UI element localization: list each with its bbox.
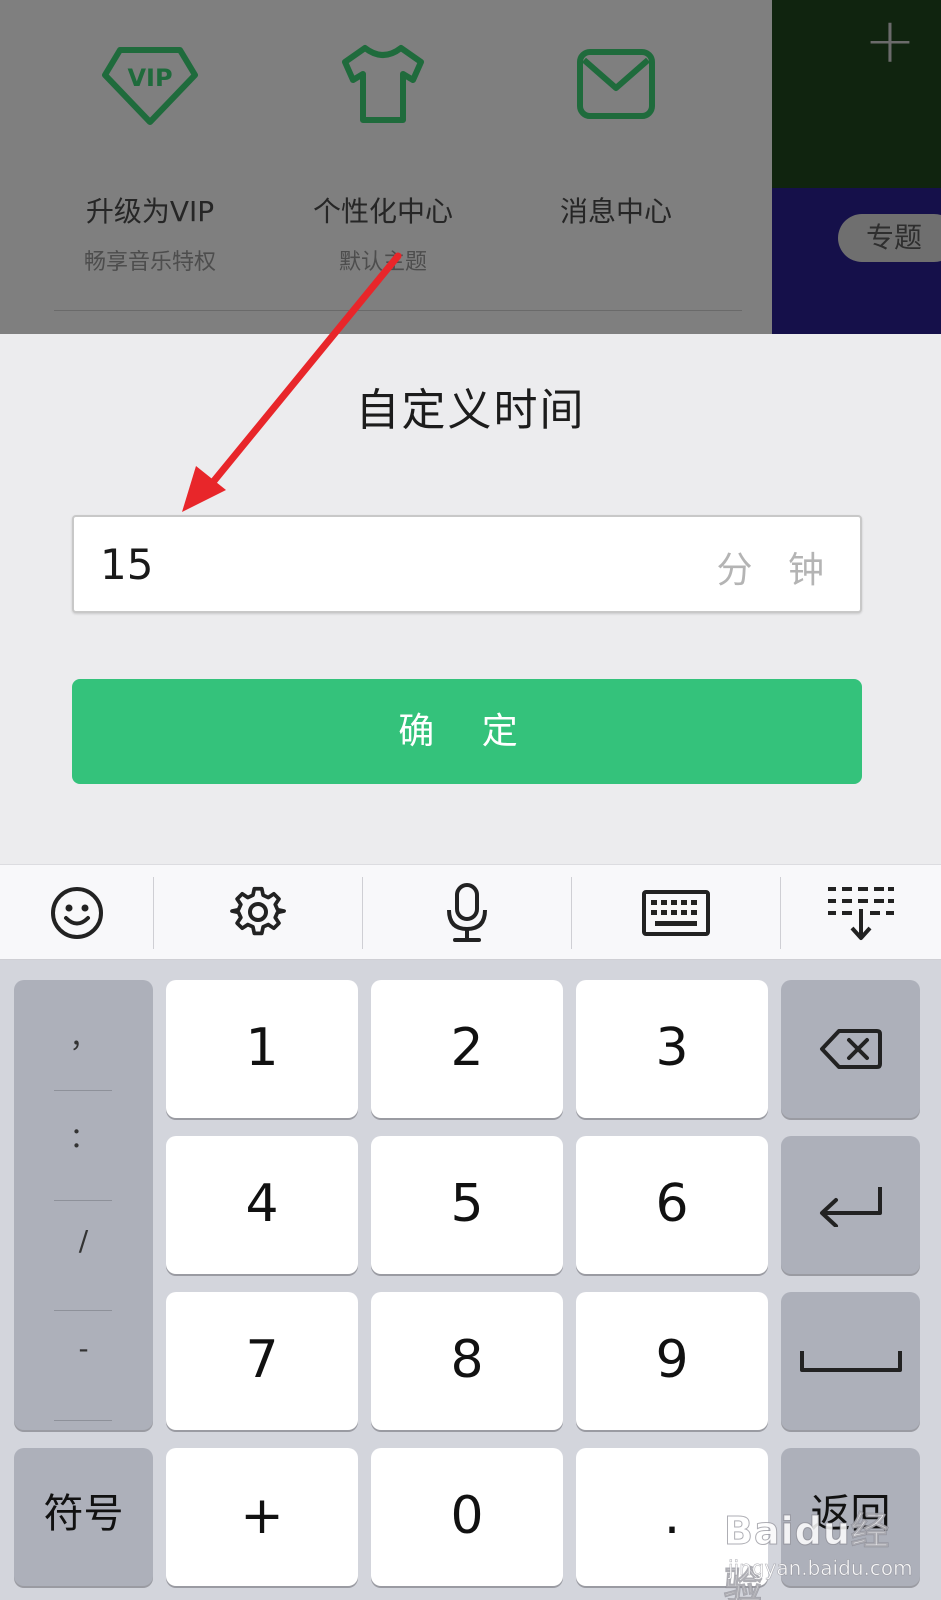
vip-diamond-icon: VIP xyxy=(102,47,198,125)
emoji-button[interactable] xyxy=(0,865,153,961)
key-1[interactable]: 1 xyxy=(166,980,358,1118)
symbol-divider xyxy=(54,1200,112,1201)
envelope-icon xyxy=(577,49,655,119)
key-4[interactable]: 4 xyxy=(166,1136,358,1274)
backspace-key[interactable] xyxy=(781,980,920,1118)
tshirt-icon xyxy=(342,45,424,123)
enter-key[interactable] xyxy=(781,1136,920,1274)
symbol-divider xyxy=(54,1310,112,1311)
menu-item-messages[interactable]: 消息中心 xyxy=(506,40,726,244)
menu-item-personalization[interactable]: 个性化中心 默认主题 xyxy=(273,40,493,276)
symbol-column: ， ： / - xyxy=(14,980,153,1430)
menu-item-subtitle: 畅享音乐特权 xyxy=(83,250,216,275)
key-6[interactable]: 6 xyxy=(576,1136,768,1274)
gear-icon xyxy=(230,886,286,936)
background-app-overlay: VIP 升级为VIP 畅享音乐特权 个性化中心 默认主题 消息中心 + 专题 xyxy=(0,0,941,334)
key-9[interactable]: 9 xyxy=(576,1292,768,1430)
key-5[interactable]: 5 xyxy=(371,1136,563,1274)
key-7[interactable]: 7 xyxy=(166,1292,358,1430)
key-0[interactable]: 0 xyxy=(371,1448,563,1586)
symbol-divider xyxy=(54,1420,112,1421)
confirm-button[interactable]: 确 定 xyxy=(72,679,862,784)
collapse-keyboard-button[interactable] xyxy=(781,865,941,961)
keyboard-icon xyxy=(642,890,710,936)
topic-tag: 专题 xyxy=(838,214,941,262)
symbol-divider xyxy=(54,1090,112,1091)
key-3[interactable]: 3 xyxy=(576,980,768,1118)
menu-item-vip[interactable]: VIP 升级为VIP 畅享音乐特权 xyxy=(40,40,260,276)
svg-text:VIP: VIP xyxy=(127,64,172,92)
keyboard-switch-button[interactable] xyxy=(572,865,780,961)
minutes-input[interactable] xyxy=(100,517,700,611)
menu-item-label: 消息中心 xyxy=(559,195,672,228)
symbol-key-comma[interactable]: ， xyxy=(14,1016,153,1056)
menu-item-subtitle: 默认主题 xyxy=(338,250,427,275)
watermark-url: jingyan.baidu.com xyxy=(728,1556,913,1581)
collapse-keyboard-icon xyxy=(828,887,894,940)
symbol-key-slash[interactable]: / xyxy=(14,1224,153,1257)
key-8[interactable]: 8 xyxy=(371,1292,563,1430)
keyboard-toolbar xyxy=(0,864,941,960)
symbol-key-colon[interactable]: ： xyxy=(14,1116,153,1156)
voice-input-button[interactable] xyxy=(363,865,571,961)
minutes-field[interactable]: 分 钟 xyxy=(72,515,862,613)
baidu-jingyan-watermark: Baidu经验 jingyan.baidu.com xyxy=(724,1500,924,1600)
dialog-title: 自定义时间 xyxy=(355,385,586,436)
minutes-unit-label: 分 钟 xyxy=(716,550,836,591)
menu-item-label: 个性化中心 xyxy=(312,195,453,228)
emoji-icon xyxy=(50,887,103,939)
symbols-key[interactable]: 符号 xyxy=(14,1448,153,1586)
return-arrow-icon xyxy=(819,1187,882,1227)
menu-item-label: 升级为VIP xyxy=(85,195,215,228)
background-content: + 专题 xyxy=(772,0,941,334)
space-key[interactable] xyxy=(781,1292,920,1430)
plus-key[interactable]: + xyxy=(166,1448,358,1586)
watermark-brand: Baidu经验 xyxy=(724,1509,890,1600)
space-bar-icon xyxy=(799,1351,902,1372)
add-icon: + xyxy=(864,4,916,77)
microphone-icon xyxy=(447,883,487,942)
divider xyxy=(54,310,742,311)
key-2[interactable]: 2 xyxy=(371,980,563,1118)
symbol-key-dash[interactable]: - xyxy=(14,1332,153,1365)
backspace-icon xyxy=(819,1029,882,1069)
settings-button[interactable] xyxy=(154,865,362,961)
drawer-panel: VIP 升级为VIP 畅享音乐特权 个性化中心 默认主题 消息中心 xyxy=(0,0,772,334)
